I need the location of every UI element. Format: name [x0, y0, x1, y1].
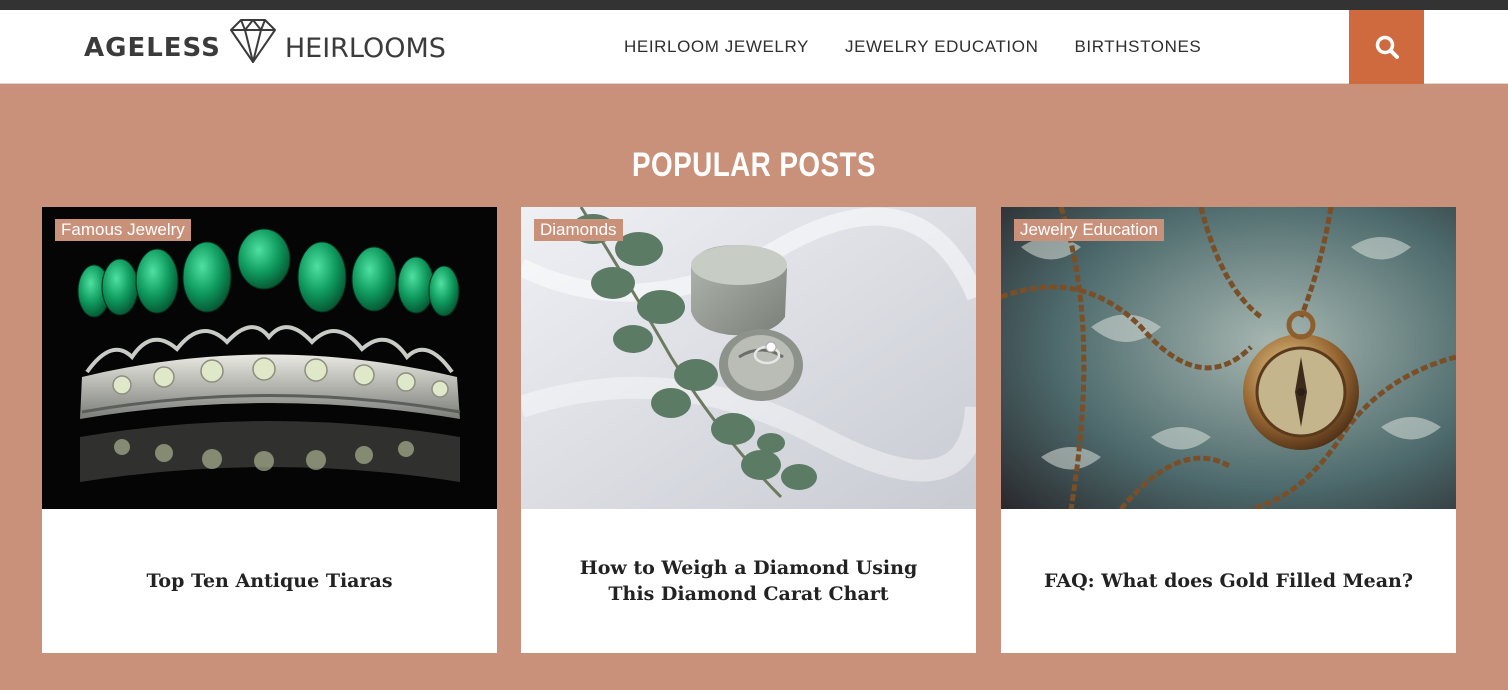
diamond-logo-icon — [229, 19, 276, 63]
category-tag[interactable]: Jewelry Education — [1014, 219, 1164, 241]
top-bar — [0, 0, 1508, 10]
post-card-diamond-carat[interactable]: Diamonds How to Weigh a Diamond Using Th… — [521, 207, 976, 653]
main-nav: HEIRLOOM JEWELRY JEWELRY EDUCATION BIRTH… — [606, 10, 1219, 84]
site-logo[interactable]: AGELESS HEIRLOOMS — [84, 18, 446, 78]
post-card-antique-tiaras[interactable]: Famous Jewelry Top Ten Antique Tiaras — [42, 207, 497, 653]
nav-jewelry-education[interactable]: JEWELRY EDUCATION — [845, 37, 1038, 57]
search-icon — [1375, 35, 1399, 59]
category-tag[interactable]: Famous Jewelry — [55, 219, 191, 241]
nav-birthstones[interactable]: BIRTHSTONES — [1074, 37, 1201, 57]
compass-pendant-image[interactable]: Jewelry Education — [1001, 207, 1456, 509]
post-card-gold-filled[interactable]: Jewelry Education FAQ: What does Gold Fi… — [1001, 207, 1456, 653]
site-header: AGELESS HEIRLOOMS HEIRLOOM JEWELRY JEWEL… — [0, 10, 1508, 84]
category-tag[interactable]: Diamonds — [534, 219, 623, 241]
post-title[interactable]: How to Weigh a Diamond Using This Diamon… — [521, 509, 976, 653]
post-title[interactable]: FAQ: What does Gold Filled Mean? — [1001, 509, 1456, 653]
emerald-tiara-image[interactable]: Famous Jewelry — [42, 207, 497, 509]
ring-box-image[interactable]: Diamonds — [521, 207, 976, 509]
post-title[interactable]: Top Ten Antique Tiaras — [42, 509, 497, 653]
logo-text-light: HEIRLOOMS — [284, 32, 446, 64]
nav-heirloom-jewelry[interactable]: HEIRLOOM JEWELRY — [624, 37, 809, 57]
search-button[interactable] — [1349, 10, 1424, 84]
logo-text-bold: AGELESS — [84, 33, 221, 63]
popular-posts-heading: POPULAR POSTS — [632, 146, 876, 184]
